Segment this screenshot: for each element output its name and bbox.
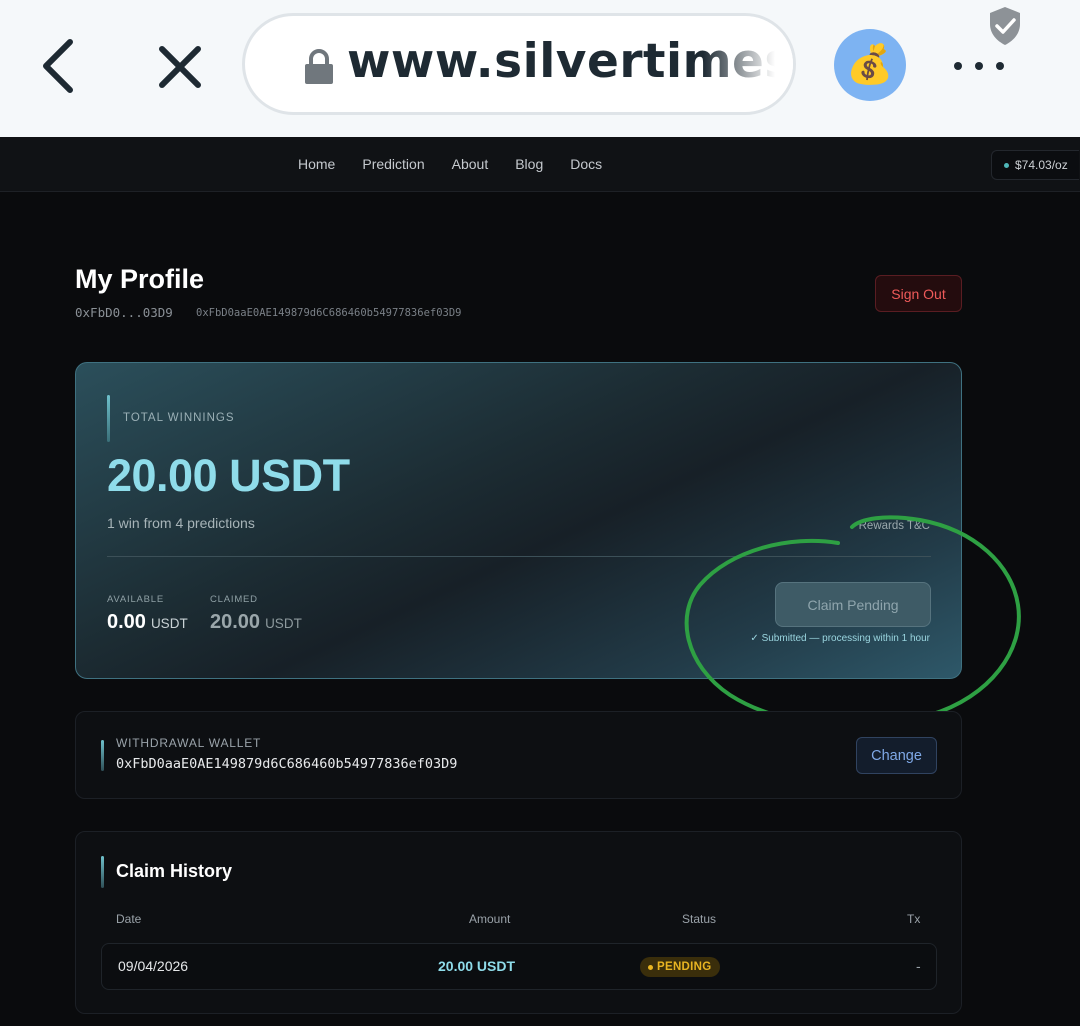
claim-history-card: Claim History Date Amount Status Tx 09/0… bbox=[75, 831, 962, 1014]
claimed-unit: USDT bbox=[265, 616, 302, 631]
page-title: My Profile bbox=[75, 264, 205, 294]
available-label: AVAILABLE bbox=[107, 594, 165, 605]
row-date: 09/04/2026 bbox=[118, 958, 189, 974]
more-options-icon[interactable] bbox=[952, 58, 1008, 74]
available-value: 0.00 bbox=[107, 611, 146, 633]
row-amount: 20.00 USDT bbox=[438, 958, 516, 974]
available-unit: USDT bbox=[150, 616, 188, 631]
site-navbar: Home Prediction About Blog Docs bbox=[0, 137, 1080, 192]
sign-out-button[interactable]: Sign Out bbox=[875, 275, 962, 312]
available-balance: 0.00 USDT bbox=[107, 611, 188, 634]
total-winnings-amount: 20.00 USDT bbox=[107, 450, 350, 501]
withdrawal-wallet-label: WITHDRAWAL WALLET bbox=[116, 736, 262, 750]
divider bbox=[107, 556, 931, 557]
nav-links: Home Prediction About Blog Docs bbox=[298, 156, 629, 172]
nav-prediction[interactable]: Prediction bbox=[362, 156, 424, 172]
accent-bar bbox=[101, 856, 104, 888]
row-tx[interactable]: - bbox=[916, 958, 921, 974]
close-tab-icon[interactable] bbox=[156, 43, 204, 91]
claimed-label: CLAIMED bbox=[210, 594, 258, 605]
claimed-balance: 20.00 USDT bbox=[210, 611, 302, 634]
claimed-value: 20.00 bbox=[210, 611, 261, 633]
url-fade bbox=[703, 16, 793, 112]
rewards-terms-link[interactable]: Rewards T&C bbox=[859, 520, 930, 532]
claim-status-note: ✓ Submitted — processing within 1 hour bbox=[750, 633, 930, 644]
claim-pending-button[interactable]: Claim Pending bbox=[775, 582, 931, 627]
column-header-tx: Tx bbox=[907, 912, 921, 926]
claim-history-title: Claim History bbox=[116, 861, 233, 881]
shield-check-icon[interactable] bbox=[989, 6, 1021, 46]
live-dot-icon bbox=[1004, 162, 1009, 168]
lock-icon bbox=[305, 49, 333, 84]
column-header-amount: Amount bbox=[469, 912, 511, 926]
withdrawal-wallet-card: WITHDRAWAL WALLET 0xFbD0aaE0AE149879d6C6… bbox=[75, 711, 962, 799]
total-winnings-card: TOTAL WINNINGS 20.00 USDT 1 win from 4 p… bbox=[75, 362, 962, 679]
back-arrow-icon[interactable] bbox=[38, 36, 82, 96]
nav-home[interactable]: Home bbox=[298, 156, 335, 172]
nav-about[interactable]: About bbox=[452, 156, 489, 172]
column-header-date: Date bbox=[116, 912, 142, 926]
accent-bar bbox=[107, 395, 110, 442]
silver-price-ticker: $74.03/oz bbox=[991, 150, 1079, 180]
silver-price: $74.03/oz bbox=[1015, 158, 1068, 172]
change-wallet-button[interactable]: Change bbox=[856, 737, 937, 774]
total-winnings-label: TOTAL WINNINGS bbox=[123, 412, 235, 424]
browser-toolbar: www.silvertimes. 💰 bbox=[0, 0, 1080, 137]
column-header-status: Status bbox=[682, 912, 717, 926]
extension-emoji: 💰 bbox=[846, 44, 894, 86]
money-bag-icon[interactable]: 💰 bbox=[834, 29, 906, 101]
withdrawal-wallet-address: 0xFbD0aaE0AE149879d6C686460b54977836ef03… bbox=[116, 756, 458, 772]
table-row[interactable]: 09/04/2026 20.00 USDT PENDING - bbox=[101, 943, 937, 990]
address-full: 0xFbD0aaE0AE149879d6C686460b54977836ef03… bbox=[196, 307, 462, 319]
winnings-summary: 1 win from 4 predictions bbox=[107, 515, 255, 531]
status-dot-icon bbox=[648, 964, 653, 970]
nav-docs[interactable]: Docs bbox=[570, 156, 602, 172]
accent-bar bbox=[101, 740, 104, 771]
status-badge: PENDING bbox=[640, 957, 720, 977]
row-status: PENDING bbox=[657, 961, 712, 973]
address-short: 0xFbD0...03D9 bbox=[75, 305, 173, 320]
nav-blog[interactable]: Blog bbox=[515, 156, 543, 172]
address-bar[interactable]: www.silvertimes. bbox=[242, 13, 796, 115]
